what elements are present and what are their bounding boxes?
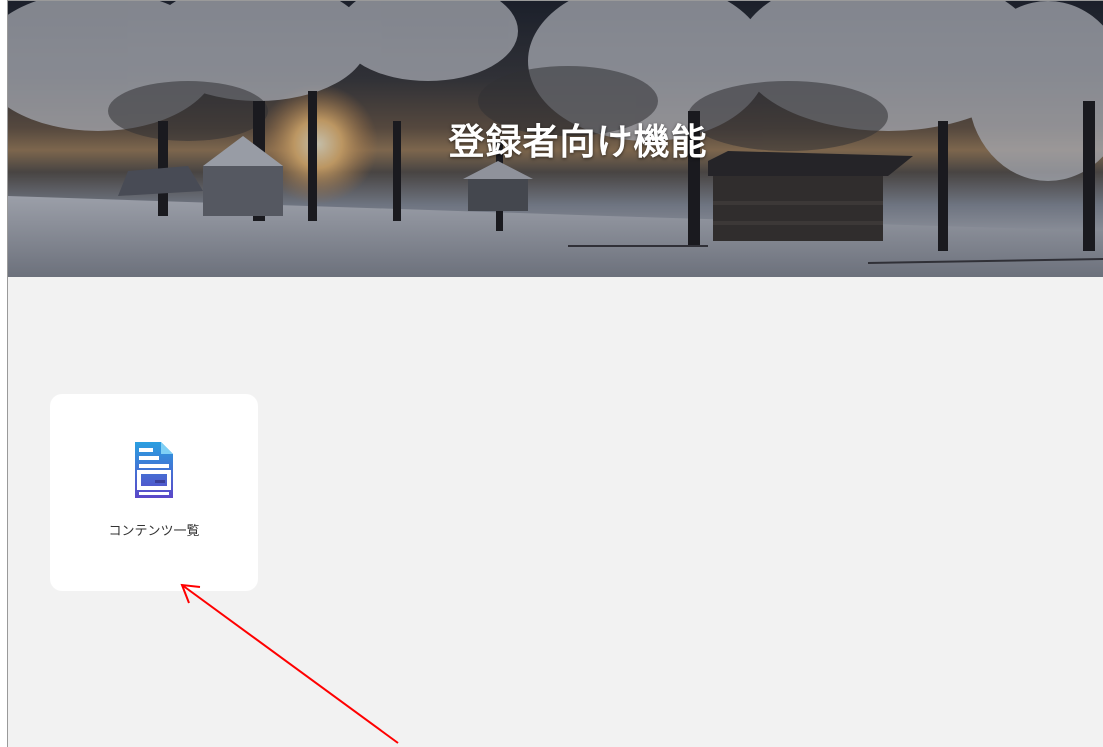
- page-title: 登録者向け機能: [448, 121, 708, 163]
- main-content: コンテンツ一覧: [8, 277, 1103, 747]
- page-frame: 登録者向け機能 コンテンツ一覧: [7, 0, 1103, 747]
- content-list-card[interactable]: コンテンツ一覧: [50, 394, 258, 591]
- content-list-label: コンテンツ一覧: [108, 524, 200, 539]
- document-list-icon: [135, 442, 173, 498]
- hero-banner: 登録者向け機能: [8, 1, 1103, 277]
